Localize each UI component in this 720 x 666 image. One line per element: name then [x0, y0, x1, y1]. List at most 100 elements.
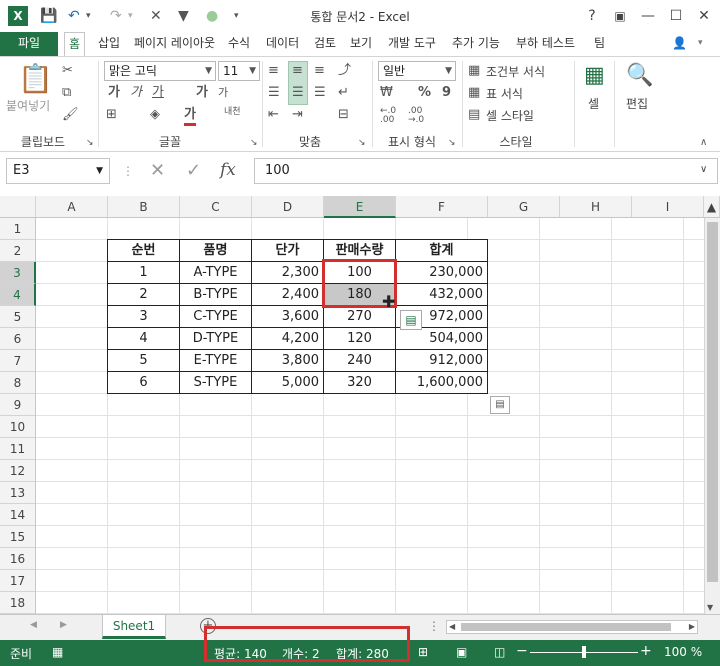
column-header[interactable]: E [324, 196, 396, 218]
number-format-combo[interactable]: 일반 ▼ [378, 61, 456, 81]
column-header[interactable]: G [488, 196, 560, 218]
bold-icon[interactable]: 가 [108, 85, 120, 101]
table-cell[interactable]: 2,400 [252, 284, 324, 306]
cells-button[interactable]: 셀 [588, 95, 599, 112]
format-painter-icon[interactable]: 🖌 [62, 107, 79, 123]
tab-split-icon[interactable]: ⋮ [428, 619, 440, 633]
table-cell[interactable]: C-TYPE [180, 306, 252, 328]
align-middle-icon[interactable]: ≡ [292, 63, 303, 79]
paste-button[interactable]: 붙여넣기 [6, 97, 50, 114]
quick-analysis-icon[interactable]: ▤ [400, 310, 422, 330]
table-cell[interactable]: 4 [108, 328, 180, 350]
font-color-icon[interactable]: 가 [184, 107, 196, 126]
table-cell[interactable]: S-TYPE [180, 372, 252, 394]
row-header[interactable]: 10 [0, 416, 36, 438]
normal-view-icon[interactable]: ⊞ [418, 645, 428, 659]
tab-addins[interactable]: 추가 기능 [448, 32, 504, 56]
table-cell[interactable]: 5 [108, 350, 180, 372]
border-icon[interactable]: ⊞ [106, 107, 117, 123]
row-header[interactable]: 14 [0, 504, 36, 526]
table-cell[interactable]: E-TYPE [180, 350, 252, 372]
prev-sheet-icon[interactable]: ◀ [30, 620, 37, 630]
table-cell[interactable]: 432,000 [396, 284, 488, 306]
find-icon[interactable]: 🔍 [626, 63, 653, 89]
copy-icon[interactable]: ⧉ [62, 85, 71, 101]
italic-icon[interactable]: 가 [130, 85, 142, 101]
table-cell[interactable]: 3,800 [252, 350, 324, 372]
row-header[interactable]: 11 [0, 438, 36, 460]
tab-insert[interactable]: 삽입 [94, 32, 124, 56]
h-scroll-thumb[interactable] [461, 623, 671, 631]
table-format-icon[interactable]: ▦ [468, 85, 480, 101]
tab-page-layout[interactable]: 페이지 레이아웃 [130, 32, 219, 56]
align-center-icon[interactable]: ☰ [292, 85, 304, 101]
row-header[interactable]: 18 [0, 592, 36, 614]
table-cell[interactable]: D-TYPE [180, 328, 252, 350]
table-cell[interactable]: 1,600,000 [396, 372, 488, 394]
table-cell[interactable]: 504,000 [396, 328, 488, 350]
accounting-format-icon[interactable]: ₩ [380, 85, 393, 101]
font-launcher-icon[interactable]: ↘ [250, 135, 258, 151]
row-header[interactable]: 12 [0, 460, 36, 482]
underline-icon[interactable]: 가 [152, 85, 164, 101]
collapse-ribbon-icon[interactable]: ∧ [700, 135, 707, 151]
account-dropdown-icon[interactable]: ▾ [694, 32, 707, 56]
scroll-left-icon[interactable]: ◀ [449, 621, 455, 633]
insert-function-icon[interactable]: fx [220, 160, 236, 180]
editing-button[interactable]: 편집 [626, 95, 648, 112]
page-layout-view-icon[interactable]: ▣ [456, 645, 467, 659]
scroll-thumb[interactable] [707, 222, 718, 582]
table-header-cell[interactable]: 품명 [180, 240, 252, 262]
table-header-cell[interactable]: 순번 [108, 240, 180, 262]
align-left-icon[interactable]: ☰ [268, 85, 280, 101]
row-header[interactable]: 15 [0, 526, 36, 548]
table-cell[interactable]: 2,300 [252, 262, 324, 284]
table-cell[interactable]: 912,000 [396, 350, 488, 372]
table-cell[interactable]: 230,000 [396, 262, 488, 284]
grow-font-icon[interactable]: 가 [196, 85, 208, 101]
tab-review[interactable]: 검토 [310, 32, 340, 56]
row-header[interactable]: 9 [0, 394, 36, 416]
zoom-level[interactable]: 100 % [664, 645, 702, 659]
table-cell[interactable]: 6 [108, 372, 180, 394]
scrollbar-up[interactable]: ▲ [704, 196, 720, 218]
table-cell[interactable]: 4,200 [252, 328, 324, 350]
phonetic-icon[interactable]: 내천 [224, 107, 241, 117]
column-header[interactable]: C [180, 196, 252, 218]
tab-file[interactable]: 파일 [0, 32, 58, 56]
merge-center-icon[interactable]: ⊟ [338, 107, 349, 123]
row-header[interactable]: 2 [0, 240, 36, 262]
zoom-slider-thumb[interactable] [582, 646, 586, 658]
tab-home[interactable]: 홈 [64, 32, 86, 56]
row-header[interactable]: 4 [0, 284, 36, 306]
clipboard-launcher-icon[interactable]: ↘ [86, 135, 94, 151]
row-header[interactable]: 13 [0, 482, 36, 504]
table-cell[interactable]: 1 [108, 262, 180, 284]
tab-formulas[interactable]: 수식 [224, 32, 254, 56]
ribbon-display-icon[interactable]: ▣ [608, 4, 632, 28]
close-icon[interactable]: ✕ [692, 4, 716, 28]
column-header[interactable]: A [36, 196, 108, 218]
select-all-corner[interactable] [0, 196, 36, 218]
table-format-button[interactable]: 표 서식 [486, 85, 523, 102]
align-right-icon[interactable]: ☰ [314, 85, 326, 101]
tab-data[interactable]: 데이터 [262, 32, 303, 56]
align-bottom-icon[interactable]: ≡ [314, 63, 325, 79]
decrease-indent-icon[interactable]: ⇤ [268, 107, 279, 123]
table-cell[interactable]: 5,000 [252, 372, 324, 394]
row-header[interactable]: 3 [0, 262, 36, 284]
account-icon[interactable]: 👤 [668, 32, 691, 56]
table-cell[interactable]: 320 [324, 372, 396, 394]
conditional-format-icon[interactable]: ▦ [468, 63, 480, 79]
cells-icon[interactable]: ▦ [584, 63, 605, 89]
macro-record-icon[interactable]: ▦ [52, 645, 63, 659]
table-cell[interactable]: A-TYPE [180, 262, 252, 284]
table-cell[interactable]: 3,600 [252, 306, 324, 328]
shrink-font-icon[interactable]: 가 [218, 85, 228, 101]
table-cell[interactable]: B-TYPE [180, 284, 252, 306]
horizontal-scrollbar[interactable]: ◀ ▶ [446, 620, 698, 634]
next-sheet-icon[interactable]: ▶ [60, 620, 67, 630]
percent-icon[interactable]: % [418, 85, 431, 101]
column-header[interactable]: H [560, 196, 632, 218]
sheet-tab[interactable]: Sheet1 [102, 615, 166, 639]
